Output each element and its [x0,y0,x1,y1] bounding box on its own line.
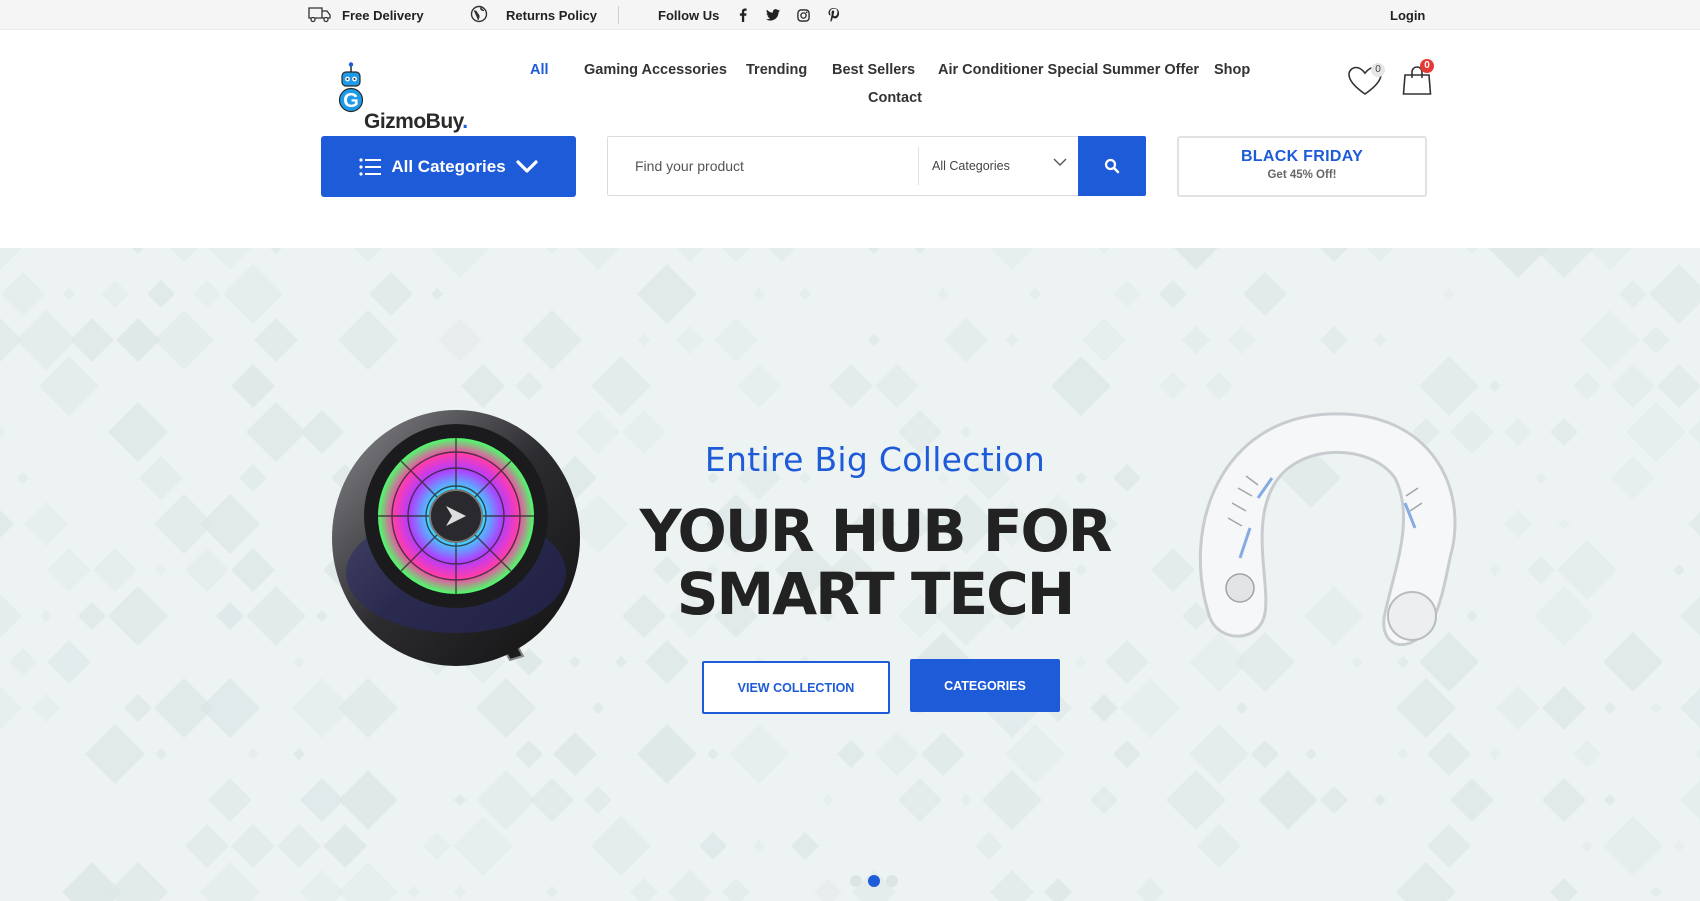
hero-headline-line1: YOUR HUB FOR [639,497,1113,565]
returns-policy-label: Returns Policy [506,7,598,23]
view-collection-button[interactable]: VIEW COLLECTION [702,661,890,714]
divider [618,6,619,24]
nav-item-gaming-accessories[interactable]: Gaming Accessories [584,62,727,78]
wishlist-button[interactable]: 0 [1347,63,1385,98]
search-icon [1104,158,1120,174]
nav-item-all[interactable]: All [530,62,549,78]
free-delivery[interactable]: Free Delivery [308,0,424,30]
globe-icon [470,5,488,26]
search-input[interactable] [608,137,918,195]
login-link[interactable]: Login [1390,0,1425,30]
nav-item-contact[interactable]: Contact [868,90,922,106]
search-bar: All Categories [607,136,1146,196]
nav-item-shop[interactable]: Shop [1214,62,1250,78]
all-categories-button[interactable]: All Categories [321,136,576,197]
search-divider [918,147,919,185]
hero-subtitle: Entire Big Collection [704,440,1046,479]
slider-dot-1[interactable] [850,875,862,887]
list-icon [359,157,382,176]
search-button[interactable] [1078,136,1146,196]
svg-text:G: G [343,90,359,112]
facebook-icon[interactable] [735,7,751,23]
nav-item-air-conditioner-offer[interactable]: Air Conditioner Special Summer Offer [938,62,1199,78]
follow-us-label: Follow Us [658,7,720,23]
hero-headline-line2: SMART TECH [676,560,1075,628]
returns-policy[interactable]: Returns Policy [470,0,597,30]
chevron-down-icon [516,159,538,173]
slider-dots [850,875,898,887]
wishlist-count-badge: 0 [1371,63,1385,77]
cart-button[interactable]: 0 [1400,59,1434,98]
chevron-down-icon [1053,158,1067,166]
category-select-value: All Categories [932,159,1010,173]
nav-item-best-sellers[interactable]: Best Sellers [832,62,915,78]
logo[interactable]: G GizmoBuy. [338,62,468,133]
logo-text: GizmoBuy. [364,110,468,133]
slider-dot-3[interactable] [886,875,898,887]
login-label: Login [1390,7,1426,23]
nav-item-trending[interactable]: Trending [746,62,807,78]
cart-count-badge: 0 [1420,59,1434,73]
category-select[interactable]: All Categories [932,137,1067,195]
site-header: G GizmoBuy. All Gaming Accessories Trend… [0,30,1700,248]
all-categories-label: All Categories [391,156,506,176]
promo-title: BLACK FRIDAY [1240,148,1364,165]
categories-button[interactable]: CATEGORIES [910,659,1060,712]
top-bar: Free Delivery Returns Policy Follow Us L… [0,0,1700,30]
truck-icon [308,5,332,26]
follow-us: Follow Us [658,0,841,30]
promo-subtitle: Get 45% Off! [1267,169,1337,181]
hero-slider: Entire Big Collection YOUR HUB FOR SMART… [0,248,1700,901]
pinterest-icon[interactable] [825,7,841,23]
free-delivery-label: Free Delivery [342,7,424,23]
instagram-icon[interactable] [795,7,811,23]
twitter-icon[interactable] [765,7,781,23]
slider-dot-2[interactable] [868,875,880,887]
black-friday-promo[interactable]: BLACK FRIDAY Get 45% Off! [1177,136,1427,197]
